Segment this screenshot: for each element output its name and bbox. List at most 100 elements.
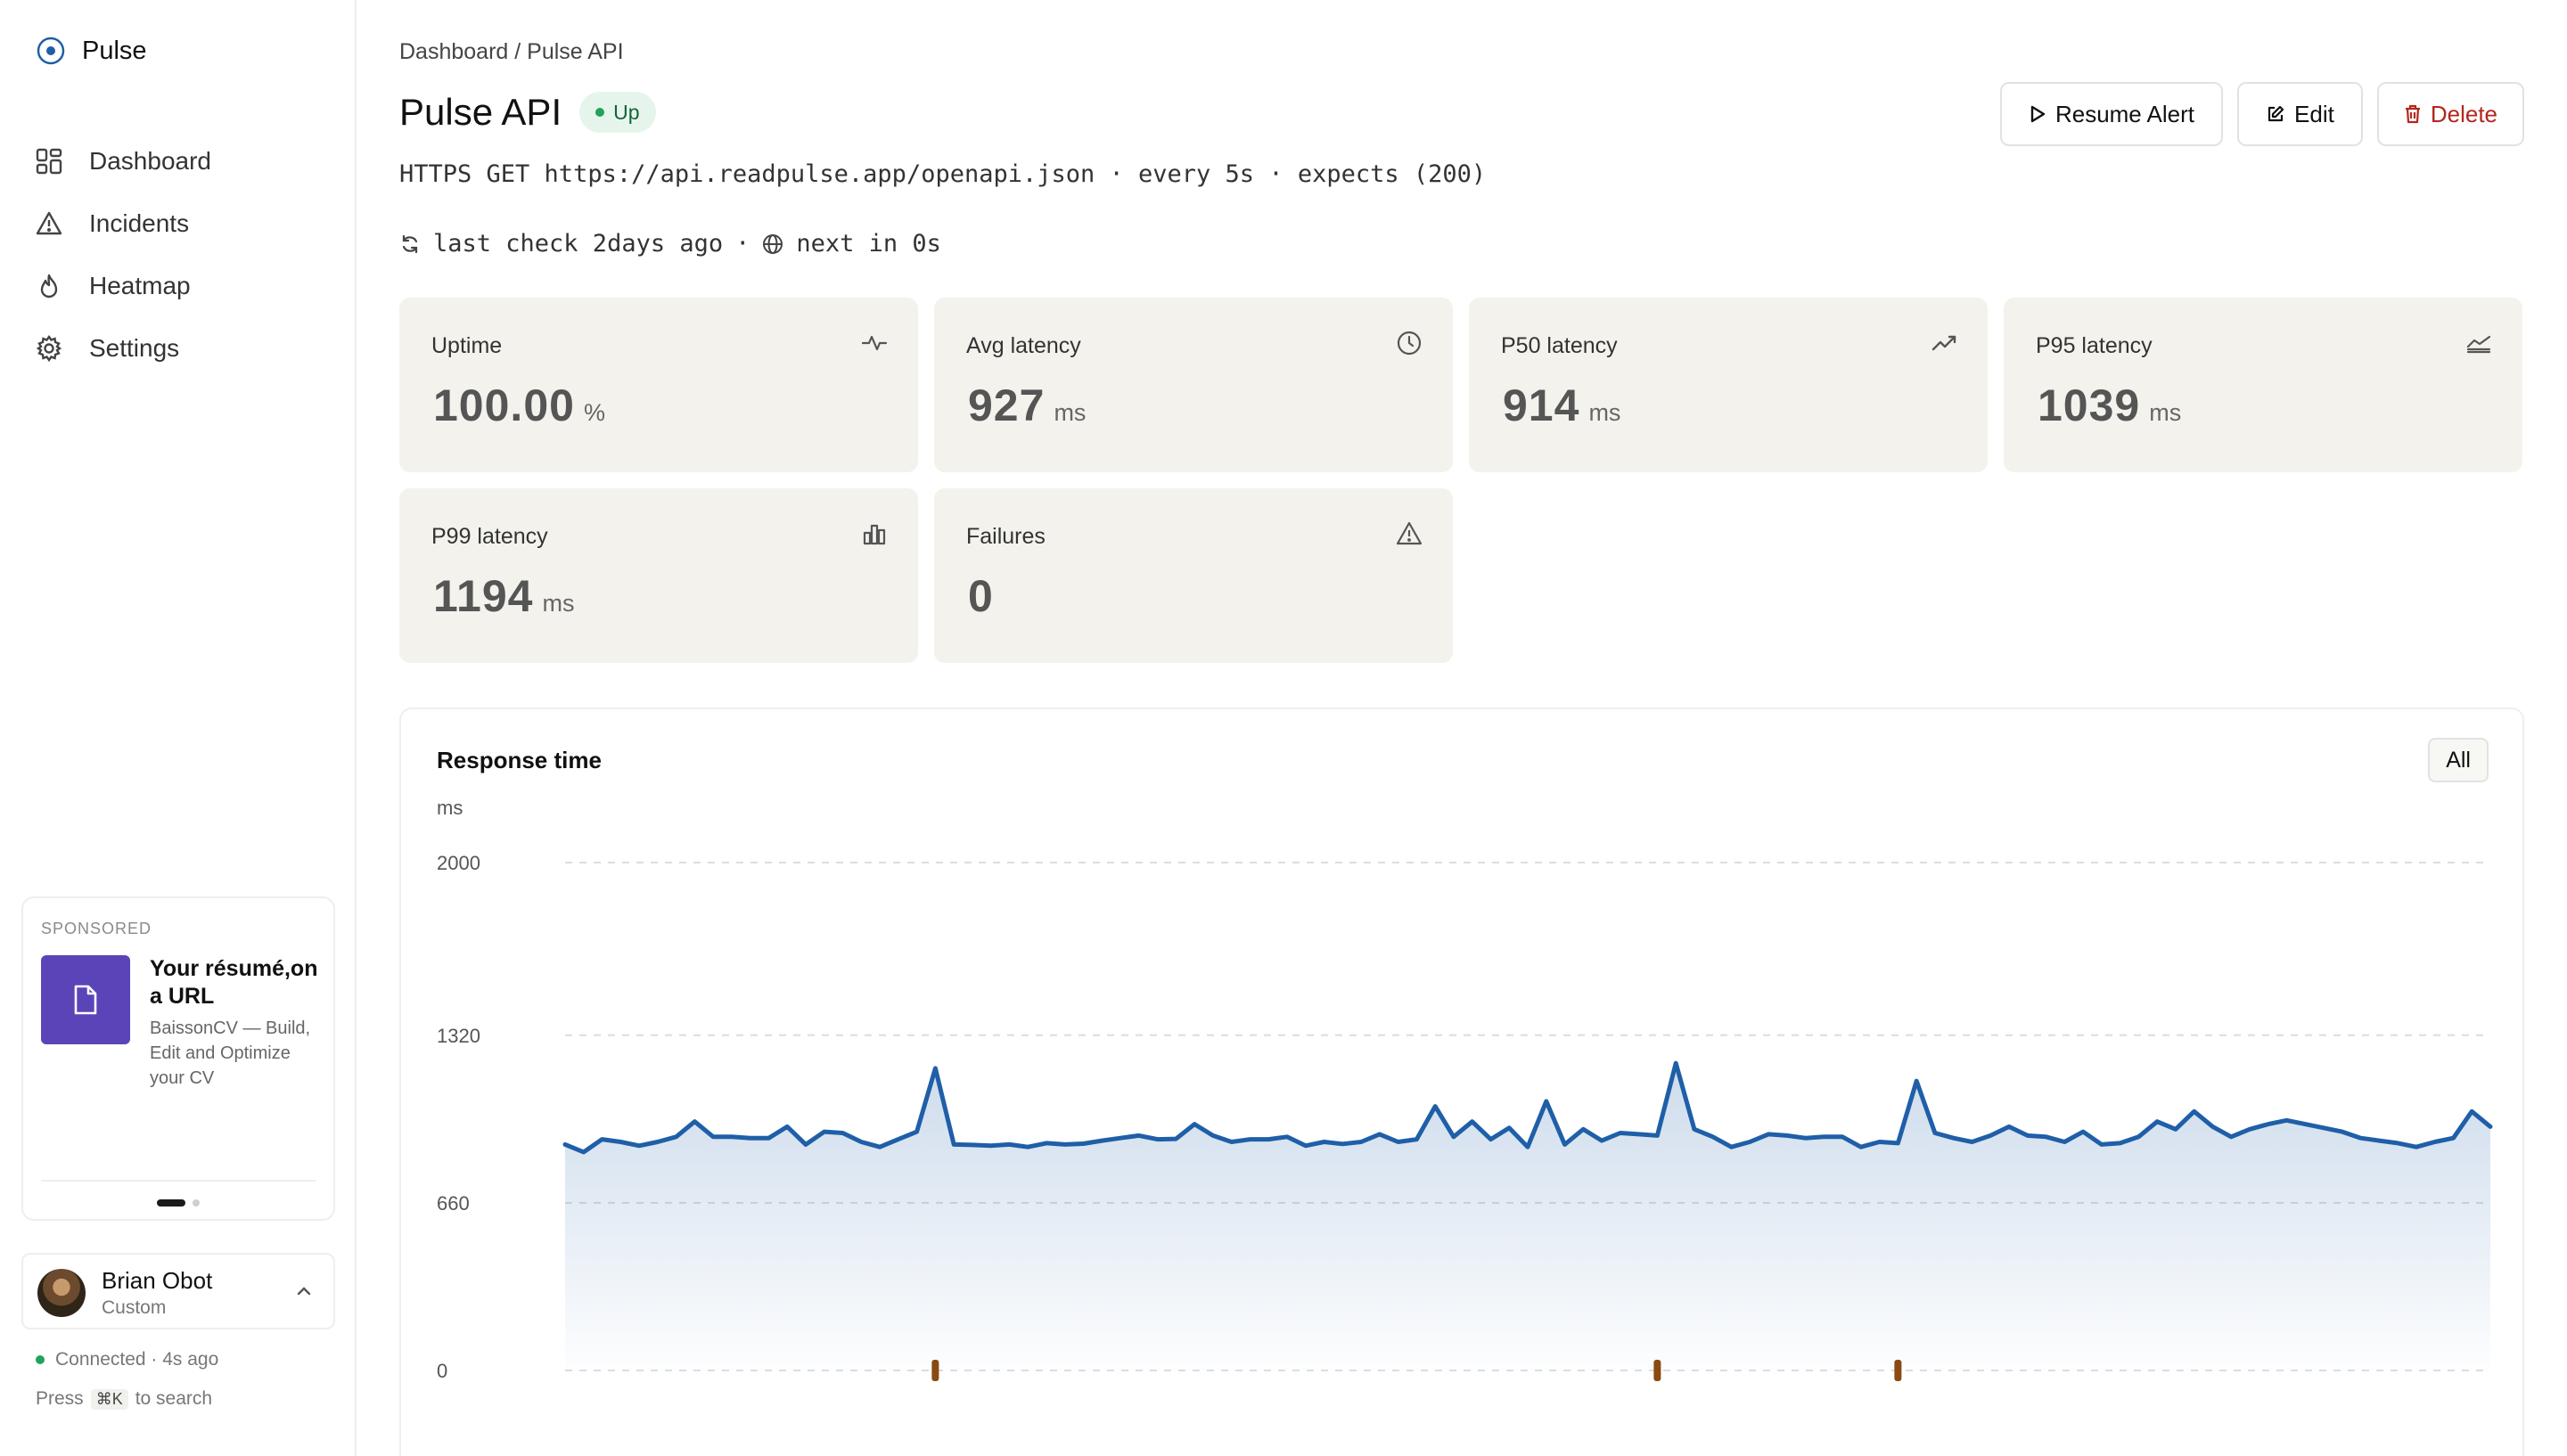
sidebar-item-label: Incidents — [89, 209, 190, 237]
incident-marker[interactable] — [1653, 1360, 1661, 1381]
carousel-dots[interactable] — [157, 1199, 200, 1207]
sponsor-thumbnail — [41, 955, 130, 1044]
bar-chart-icon — [863, 524, 886, 545]
carousel-dot[interactable] — [193, 1199, 200, 1207]
status-dot — [595, 108, 605, 117]
stat-card-p95-latency: P95 latency 1039 ms — [2004, 298, 2522, 472]
y-tick-label: 660 — [437, 1192, 470, 1215]
globe-icon — [763, 233, 783, 254]
stat-number: 0 — [968, 571, 994, 621]
document-icon — [74, 985, 97, 1015]
stat-label: P99 latency — [431, 524, 548, 549]
stat-value: 1194 ms — [433, 570, 574, 622]
brand-name: Pulse — [82, 36, 147, 65]
meta-separator: · — [735, 230, 750, 258]
response-time-chart: ms 0 660 1320 2000 — [437, 797, 2493, 1382]
status-badge-label: Up — [613, 100, 640, 124]
avatar — [37, 1269, 86, 1317]
sidebar-item-incidents[interactable]: Incidents — [36, 192, 330, 255]
y-tick-label: 0 — [437, 1360, 447, 1382]
refresh-icon — [402, 234, 418, 253]
stat-unit: % — [583, 399, 605, 426]
sidebar-item-settings[interactable]: Settings — [36, 317, 330, 380]
stat-card-p99-latency: P99 latency 1194 ms — [399, 488, 918, 663]
sponsor-description: BaissonCV — Build, Edit and Optimize you… — [150, 1018, 311, 1088]
gear-icon — [36, 335, 62, 362]
incident-marker[interactable] — [931, 1360, 939, 1381]
search-hint[interactable]: Press ⌘K to search — [36, 1388, 212, 1410]
y-axis-label: ms — [437, 797, 463, 819]
check-meta: last check 2days ago · next in 0s — [399, 230, 941, 258]
sidebar-item-label: Heatmap — [89, 272, 191, 299]
stat-value: 100.00 % — [433, 380, 605, 431]
stat-label: P50 latency — [1501, 333, 1618, 358]
connection-status-text: Connected · 4s ago — [55, 1349, 219, 1370]
flame-icon — [40, 274, 58, 299]
edit-button[interactable]: Edit — [2237, 82, 2363, 146]
sponsor-title: Your résumé,on a URL — [150, 956, 318, 1009]
stat-number: 914 — [1503, 380, 1580, 430]
trash-icon — [2405, 104, 2420, 124]
stat-number: 927 — [968, 380, 1046, 430]
next-check: next in 0s — [796, 230, 941, 258]
stat-card-failures: Failures 0 — [934, 488, 1453, 663]
stat-number: 100.00 — [433, 380, 575, 430]
resume-alert-label: Resume Alert — [2054, 100, 2195, 127]
user-name: Brian Obot — [102, 1267, 213, 1294]
stat-label: P95 latency — [2036, 333, 2153, 358]
stat-card-uptime: Uptime 100.00 % — [399, 298, 918, 472]
incident-marker[interactable] — [1894, 1360, 1902, 1381]
divider — [41, 1180, 316, 1182]
pulse-icon — [861, 335, 888, 351]
trend-icon — [1931, 335, 1956, 351]
carousel-dot-active[interactable] — [157, 1199, 185, 1207]
stat-unit: ms — [542, 590, 575, 617]
sponsored-tag: SPONSORED — [41, 920, 152, 937]
stat-value: 914 ms — [1503, 380, 1620, 431]
shortcut-key: ⌘K — [90, 1388, 128, 1410]
user-menu[interactable]: Brian Obot Custom — [21, 1253, 335, 1329]
brand[interactable]: Pulse — [36, 36, 147, 66]
stat-label: Uptime — [431, 333, 503, 358]
delete-button[interactable]: Delete — [2376, 82, 2524, 146]
stat-unit: ms — [1054, 399, 1087, 426]
search-hint-press: Press — [36, 1388, 84, 1409]
stat-label: Avg latency — [966, 333, 1081, 358]
delete-label: Delete — [2430, 100, 2497, 127]
play-icon — [2030, 105, 2046, 123]
warning-icon — [1396, 521, 1423, 545]
stat-unit: ms — [1588, 399, 1621, 426]
y-tick-label: 2000 — [437, 852, 480, 874]
y-tick-label: 1320 — [437, 1025, 480, 1047]
sidebar-item-heatmap[interactable]: Heatmap — [36, 255, 330, 317]
stat-number: 1194 — [433, 571, 534, 621]
page-title: Pulse API — [399, 91, 562, 133]
user-plan: Custom — [102, 1297, 167, 1318]
resume-alert-button[interactable]: Resume Alert — [1999, 82, 2224, 146]
stat-number: 1039 — [2038, 380, 2141, 430]
stat-label: Failures — [966, 524, 1046, 549]
search-hint-text: to search — [135, 1388, 213, 1409]
stat-card-avg-latency: Avg latency 927 ms — [934, 298, 1453, 472]
status-dot — [36, 1355, 45, 1364]
area-chart-icon — [2466, 335, 2491, 354]
edit-label: Edit — [2294, 100, 2334, 127]
stat-value: 0 — [968, 570, 1003, 622]
sidebar-item-label: Dashboard — [89, 147, 211, 175]
clock-icon — [1397, 331, 1422, 356]
response-time-card: Response time All ms 0 660 1320 2000 — [399, 708, 2524, 1456]
last-check: last check 2days ago — [433, 230, 724, 258]
sponsored-card[interactable]: SPONSORED Your résumé,on a URL BaissonCV… — [21, 896, 335, 1221]
chevron-up-icon — [297, 1287, 311, 1296]
main-content: Dashboard / Pulse API Pulse API Up Resum… — [357, 0, 2567, 1456]
header-actions: Resume Alert Edit Delete — [1999, 82, 2524, 146]
sidebar-nav: Dashboard Incidents Heatmap Settings — [36, 130, 330, 380]
stat-card-p50-latency: P50 latency 914 ms — [1469, 298, 1988, 472]
status-badge: Up — [579, 92, 656, 133]
stat-unit: ms — [2149, 399, 2182, 426]
connection-status: Connected · 4s ago — [36, 1349, 218, 1370]
sidebar-item-dashboard[interactable]: Dashboard — [36, 130, 330, 192]
stat-value: 1039 ms — [2038, 380, 2181, 431]
title-row: Pulse API Up — [399, 91, 656, 134]
warning-icon — [36, 211, 62, 235]
